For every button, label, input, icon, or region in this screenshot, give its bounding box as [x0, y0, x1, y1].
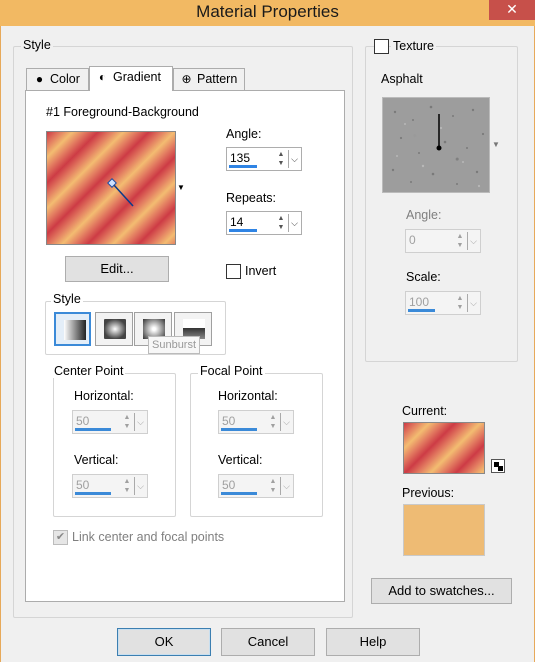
rectangular-style-button[interactable] [95, 312, 133, 346]
window-title: Material Properties [196, 2, 339, 21]
tab-gradient[interactable]: ◐ Gradient [89, 66, 173, 91]
tab-gradient-label: Gradient [113, 70, 161, 84]
texture-dropdown-arrow-icon[interactable]: ▼ [492, 140, 500, 149]
filled-circle-icon: ● [35, 72, 44, 86]
previous-label: Previous: [402, 486, 455, 500]
texture-scale-bar [408, 309, 435, 312]
texture-angle-stepper[interactable]: 0 ▲ ▼ ⌵ [405, 229, 481, 253]
focal-vertical-bar [221, 492, 257, 495]
center-vertical-dropdown-icon[interactable]: ⌵ [134, 477, 146, 495]
center-horizontal-bar [75, 428, 111, 431]
center-vertical-bar [75, 492, 111, 495]
center-vertical-stepper[interactable]: 50 ▲ ▼ ⌵ [72, 474, 148, 498]
half-circle-icon: ◐ [98, 70, 107, 84]
texture-label: Texture [391, 39, 436, 53]
gradient-tab-panel: #1 Foreground-Background ▼ Angle: 135 ▲ ▼… [25, 90, 345, 602]
style-tooltip: Sunburst [148, 336, 201, 354]
dialog-body: Style ● Color ◐ Gradient ⊕ Pattern #1 Foreg… [0, 26, 535, 662]
focal-point-legend: Focal Point [198, 364, 265, 378]
center-vertical-label: Vertical: [74, 453, 119, 467]
center-horizontal-value: 50 [76, 414, 90, 428]
swap-colors-icon[interactable] [491, 459, 505, 473]
center-horizontal-dropdown-icon[interactable]: ⌵ [134, 413, 146, 431]
edit-button[interactable]: Edit... [65, 256, 169, 282]
texture-angle-label: Angle: [406, 208, 442, 222]
linear-gradient-icon [64, 320, 86, 340]
focal-horizontal-stepper[interactable]: 50 ▲ ▼ ⌵ [218, 410, 294, 434]
angle-value: 135 [230, 151, 251, 165]
focal-horizontal-value: 50 [222, 414, 236, 428]
current-label: Current: [402, 404, 448, 418]
title-bar: Material Properties ✕ [0, 0, 535, 26]
angle-label: Angle: [226, 127, 262, 141]
center-horizontal-label: Horizontal: [74, 389, 134, 403]
focal-vertical-dropdown-icon[interactable]: ⌵ [280, 477, 292, 495]
repeats-progress-bar [229, 229, 257, 232]
gradient-style-legend: Style [51, 292, 83, 306]
texture-noise [391, 105, 485, 188]
pattern-icon: ⊕ [181, 72, 192, 86]
gradient-angle-handle[interactable] [47, 132, 177, 246]
focal-vertical-spin-icon[interactable]: ▲ ▼ [267, 477, 279, 495]
repeats-spin-arrows-icon[interactable]: ▲ ▼ [275, 214, 287, 232]
center-vertical-value: 50 [76, 478, 90, 492]
texture-angle-dropdown-icon[interactable]: ⌵ [467, 232, 479, 250]
texture-angle-value: 0 [409, 233, 416, 247]
linear-style-button[interactable] [54, 312, 91, 346]
cancel-button[interactable]: Cancel [221, 628, 315, 656]
gradient-name: #1 Foreground-Background [46, 105, 199, 119]
gradient-preview[interactable] [46, 131, 176, 245]
texture-checkbox[interactable] [374, 39, 389, 54]
rectangular-gradient-icon [104, 319, 126, 339]
center-point-legend: Center Point [52, 364, 126, 378]
angle-stepper[interactable]: 135 ▲ ▼ ⌵ [226, 147, 302, 171]
help-button[interactable]: Help [326, 628, 420, 656]
focal-horizontal-spin-icon[interactable]: ▲ ▼ [267, 413, 279, 431]
texture-name: Asphalt [381, 72, 423, 86]
texture-scale-spin-icon[interactable]: ▲ ▼ [454, 294, 466, 312]
tab-pattern[interactable]: ⊕ Pattern [173, 68, 245, 90]
style-group-legend: Style [21, 38, 53, 52]
repeats-value: 14 [230, 215, 244, 229]
texture-scale-label: Scale: [406, 270, 441, 284]
invert-label: Invert [245, 264, 277, 278]
repeats-label: Repeats: [226, 191, 277, 205]
current-swatch [403, 422, 485, 474]
focal-horizontal-dropdown-icon[interactable]: ⌵ [280, 413, 292, 431]
focal-horizontal-bar [221, 428, 257, 431]
angle-progress-bar [229, 165, 257, 168]
invert-checkbox[interactable] [226, 264, 241, 279]
repeats-stepper[interactable]: 14 ▲ ▼ ⌵ [226, 211, 302, 235]
texture-scale-dropdown-icon[interactable]: ⌵ [467, 294, 479, 312]
angle-dropdown-icon[interactable]: ⌵ [288, 150, 300, 168]
close-button[interactable]: ✕ [489, 0, 535, 20]
tab-color-label: Color [50, 72, 80, 86]
link-points-checkbox[interactable]: ✔ [53, 530, 68, 545]
gradient-dropdown-arrow-icon[interactable]: ▼ [177, 183, 185, 192]
ok-button[interactable]: OK [117, 628, 211, 656]
texture-scale-value: 100 [409, 295, 430, 309]
focal-horizontal-label: Horizontal: [218, 389, 278, 403]
repeats-dropdown-icon[interactable]: ⌵ [288, 214, 300, 232]
focal-vertical-stepper[interactable]: 50 ▲ ▼ ⌵ [218, 474, 294, 498]
tab-pattern-label: Pattern [197, 72, 238, 86]
center-horizontal-stepper[interactable]: 50 ▲ ▼ ⌵ [72, 410, 148, 434]
focal-vertical-value: 50 [222, 478, 236, 492]
angle-spin-arrows-icon[interactable]: ▲ ▼ [275, 150, 287, 168]
texture-scale-stepper[interactable]: 100 ▲ ▼ ⌵ [405, 291, 481, 315]
tab-color[interactable]: ● Color [26, 68, 89, 90]
texture-preview[interactable] [382, 97, 490, 193]
add-to-swatches-button[interactable]: Add to swatches... [371, 578, 512, 604]
previous-swatch [403, 504, 485, 556]
center-horizontal-spin-icon[interactable]: ▲ ▼ [121, 413, 133, 431]
center-vertical-spin-icon[interactable]: ▲ ▼ [121, 477, 133, 495]
link-points-label: Link center and focal points [72, 530, 225, 544]
focal-vertical-label: Vertical: [218, 453, 263, 467]
texture-angle-spin-icon[interactable]: ▲ ▼ [454, 232, 466, 250]
